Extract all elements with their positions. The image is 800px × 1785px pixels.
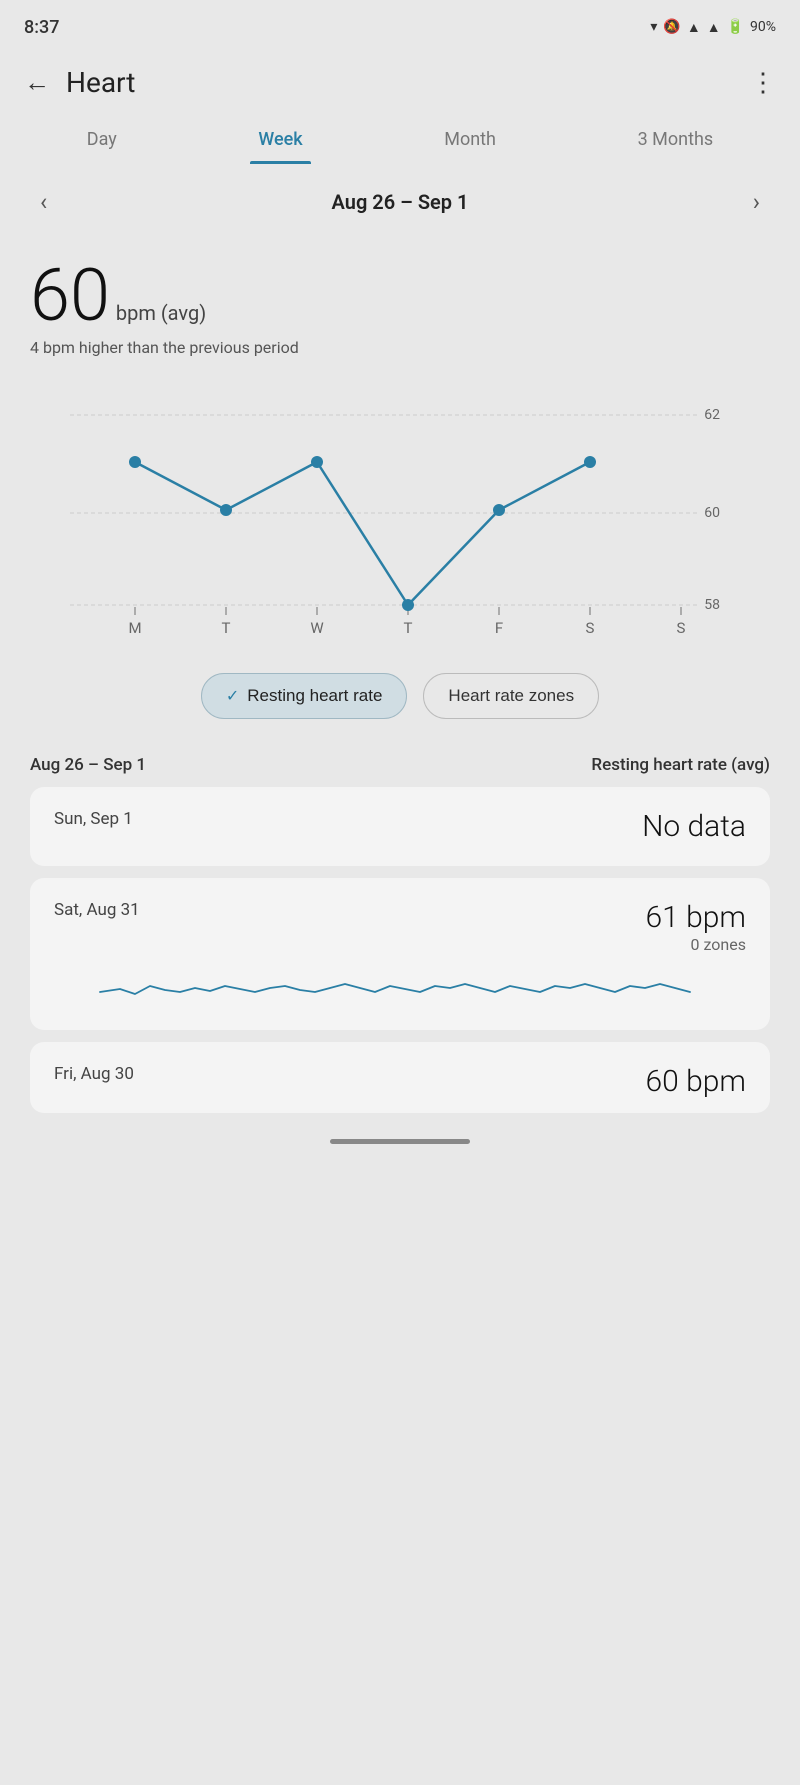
- next-period-button[interactable]: ›: [743, 184, 770, 220]
- day-cards-list: Sun, Sep 1 No data Sat, Aug 31 61 bpm 0 …: [30, 787, 770, 1113]
- battery-pct: 90%: [750, 19, 776, 35]
- bpm-display: 60 bpm (avg) 4 bpm higher than the previ…: [30, 240, 770, 365]
- chart-point-mon: [129, 456, 141, 468]
- svg-text:S: S: [586, 619, 595, 637]
- day-bpm-unit-fri: bpm: [686, 1064, 746, 1099]
- tab-3months[interactable]: 3 Months: [618, 115, 734, 164]
- svg-text:W: W: [310, 619, 323, 637]
- day-value-col-sat: 61 bpm 0 zones: [646, 900, 746, 954]
- resting-hr-label: Resting heart rate: [247, 686, 382, 706]
- hr-zones-label: Heart rate zones: [448, 686, 574, 706]
- battery-icon: 🔋: [727, 19, 744, 35]
- chart-point-tue: [220, 504, 232, 516]
- heart-rate-zones-filter[interactable]: Heart rate zones: [423, 673, 599, 719]
- back-button[interactable]: ←: [24, 70, 50, 96]
- chart-point-thu: [402, 599, 414, 611]
- chart-svg: 62 60 58 M T W T F S S: [30, 385, 770, 645]
- day-bpm-fri: 60 bpm: [646, 1064, 746, 1099]
- svg-text:62: 62: [704, 407, 720, 423]
- day-card-sat[interactable]: Sat, Aug 31 61 bpm 0 zones: [30, 878, 770, 1030]
- app-header: ← Heart ⋮: [0, 50, 800, 115]
- network-icon: ▲: [707, 19, 721, 36]
- status-time: 8:37: [24, 17, 59, 38]
- home-indicator: [0, 1123, 800, 1152]
- page-title: Heart: [66, 66, 135, 99]
- date-navigation: ‹ Aug 26 – Sep 1 ›: [0, 164, 800, 240]
- resting-heart-rate-filter[interactable]: ✓ Resting heart rate: [201, 673, 408, 719]
- day-label-sat: Sat, Aug 31: [54, 900, 140, 920]
- signal-icon: ▲: [687, 19, 701, 36]
- date-range-label: Aug 26 – Sep 1: [332, 190, 469, 214]
- day-bpm-sat: 61 bpm: [646, 900, 746, 935]
- mute-icon: 🔕: [663, 19, 680, 35]
- mini-chart-sat: [54, 964, 746, 1008]
- day-label-sun: Sun, Sep 1: [54, 809, 133, 829]
- svg-text:58: 58: [704, 597, 720, 613]
- bpm-subtitle: 4 bpm higher than the previous period: [30, 338, 770, 357]
- day-card-header-sun: Sun, Sep 1 No data: [54, 809, 746, 844]
- chart-point-fri: [493, 504, 505, 516]
- svg-text:S: S: [677, 619, 686, 637]
- status-bar: 8:37 ▾ 🔕 ▲ ▲ 🔋 90%: [0, 0, 800, 50]
- tab-day[interactable]: Day: [67, 115, 137, 164]
- period-tabs: Day Week Month 3 Months: [0, 115, 800, 164]
- day-zones-sat: 0 zones: [646, 935, 746, 954]
- day-card-header-sat: Sat, Aug 31 61 bpm 0 zones: [54, 900, 746, 954]
- main-content: 60 bpm (avg) 4 bpm higher than the previ…: [0, 240, 800, 1113]
- filter-buttons: ✓ Resting heart rate Heart rate zones: [30, 673, 770, 719]
- status-icons: ▾ 🔕 ▲ ▲ 🔋 90%: [650, 19, 776, 36]
- wifi-icon: ▾: [650, 19, 657, 35]
- stats-metric: Resting heart rate (avg): [591, 755, 770, 775]
- stats-date-range: Aug 26 – Sep 1: [30, 755, 146, 775]
- svg-text:T: T: [222, 619, 231, 637]
- tab-week[interactable]: Week: [238, 115, 322, 164]
- day-card-header-fri: Fri, Aug 30 60 bpm: [54, 1064, 746, 1099]
- mini-chart-svg-sat: [54, 964, 746, 1004]
- prev-period-button[interactable]: ‹: [30, 184, 57, 220]
- check-icon: ✓: [226, 686, 239, 706]
- day-label-fri: Fri, Aug 30: [54, 1064, 134, 1084]
- svg-text:F: F: [495, 619, 503, 637]
- day-card-sun[interactable]: Sun, Sep 1 No data: [30, 787, 770, 866]
- home-bar: [330, 1139, 470, 1144]
- more-options-button[interactable]: ⋮: [750, 68, 776, 98]
- bpm-number: 60: [30, 260, 110, 332]
- heart-rate-chart: 62 60 58 M T W T F S S: [30, 385, 770, 649]
- stats-section: Aug 26 – Sep 1 Resting heart rate (avg): [30, 735, 770, 787]
- day-card-fri[interactable]: Fri, Aug 30 60 bpm: [30, 1042, 770, 1113]
- bpm-value-row: 60 bpm (avg): [30, 260, 770, 332]
- svg-text:60: 60: [704, 505, 720, 521]
- day-value-sun: No data: [642, 809, 746, 844]
- chart-point-sat: [584, 456, 596, 468]
- svg-text:M: M: [128, 619, 141, 637]
- bpm-unit: bpm (avg): [116, 301, 206, 325]
- tab-month[interactable]: Month: [424, 115, 516, 164]
- chart-point-wed: [311, 456, 323, 468]
- day-bpm-unit-sat: bpm: [686, 900, 746, 935]
- header-left: ← Heart: [24, 66, 135, 99]
- day-value-col-fri: 60 bpm: [646, 1064, 746, 1099]
- svg-text:T: T: [404, 619, 413, 637]
